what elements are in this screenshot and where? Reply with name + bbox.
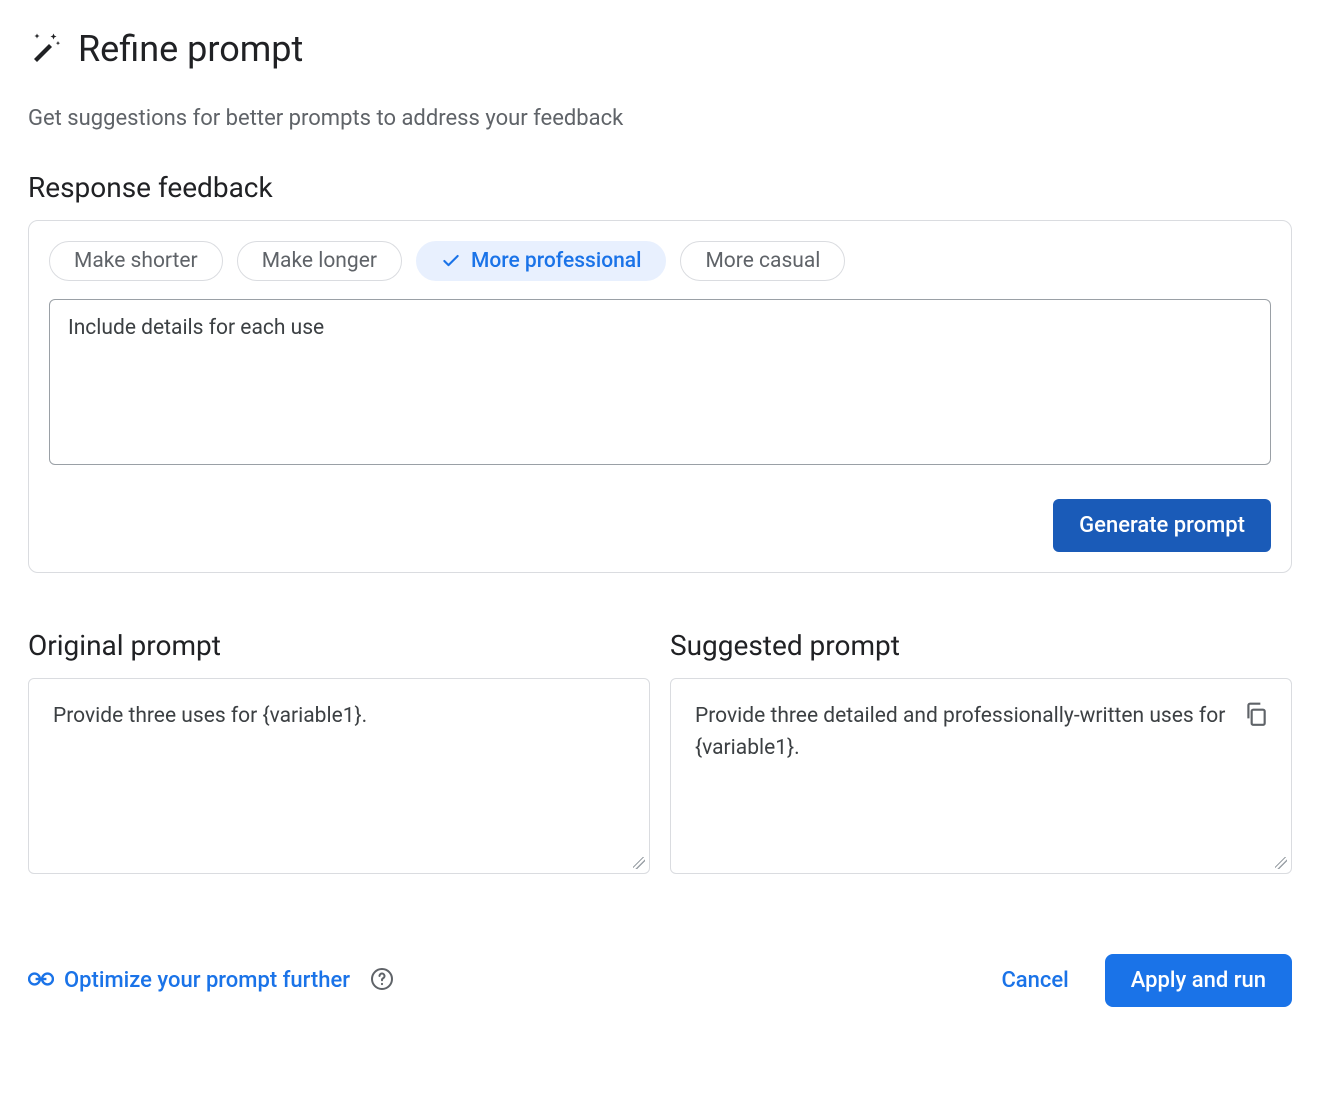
page-subtitle: Get suggestions for better prompts to ad… <box>28 106 1292 131</box>
footer-right: Cancel Apply and run <box>1001 954 1292 1007</box>
suggested-prompt-text: Provide three detailed and professionall… <box>695 701 1227 764</box>
chip-label: More casual <box>705 249 820 273</box>
page-title: Refine prompt <box>78 28 303 70</box>
suggested-prompt-box[interactable]: Provide three detailed and professionall… <box>670 678 1292 874</box>
magic-wand-icon <box>28 29 64 69</box>
dialog-footer: Optimize your prompt further Cancel Appl… <box>28 954 1292 1007</box>
link-chain-icon <box>28 970 54 992</box>
original-prompt-text: Provide three uses for {variable1}. <box>53 701 585 733</box>
suggested-prompt-column: Suggested prompt Provide three detailed … <box>670 629 1292 874</box>
chip-more-casual[interactable]: More casual <box>680 241 845 281</box>
feedback-input[interactable] <box>49 299 1271 465</box>
generate-row: Generate prompt <box>49 499 1271 552</box>
prompts-row: Original prompt Provide three uses for {… <box>28 629 1292 874</box>
generate-prompt-button[interactable]: Generate prompt <box>1053 499 1271 552</box>
original-prompt-box[interactable]: Provide three uses for {variable1}. <box>28 678 650 874</box>
cancel-button[interactable]: Cancel <box>1001 968 1068 993</box>
chip-make-shorter[interactable]: Make shorter <box>49 241 223 281</box>
feedback-chips-row: Make shorter Make longer More profession… <box>49 241 1271 281</box>
chip-make-longer[interactable]: Make longer <box>237 241 402 281</box>
original-prompt-heading: Original prompt <box>28 629 650 662</box>
optimize-prompt-link[interactable]: Optimize your prompt further <box>64 968 350 993</box>
feedback-heading: Response feedback <box>28 171 1292 204</box>
suggested-prompt-heading: Suggested prompt <box>670 629 1292 662</box>
apply-and-run-button[interactable]: Apply and run <box>1105 954 1292 1007</box>
feedback-panel: Make shorter Make longer More profession… <box>28 220 1292 573</box>
footer-left: Optimize your prompt further <box>28 967 394 995</box>
chip-label: More professional <box>471 249 642 273</box>
help-icon[interactable] <box>360 967 394 995</box>
chip-label: Make shorter <box>74 249 198 273</box>
dialog-header: Refine prompt <box>28 28 1292 70</box>
chip-label: Make longer <box>262 249 377 273</box>
original-prompt-column: Original prompt Provide three uses for {… <box>28 629 650 874</box>
chip-more-professional[interactable]: More professional <box>416 241 667 281</box>
copy-icon[interactable] <box>1243 701 1269 727</box>
check-icon <box>441 251 461 271</box>
